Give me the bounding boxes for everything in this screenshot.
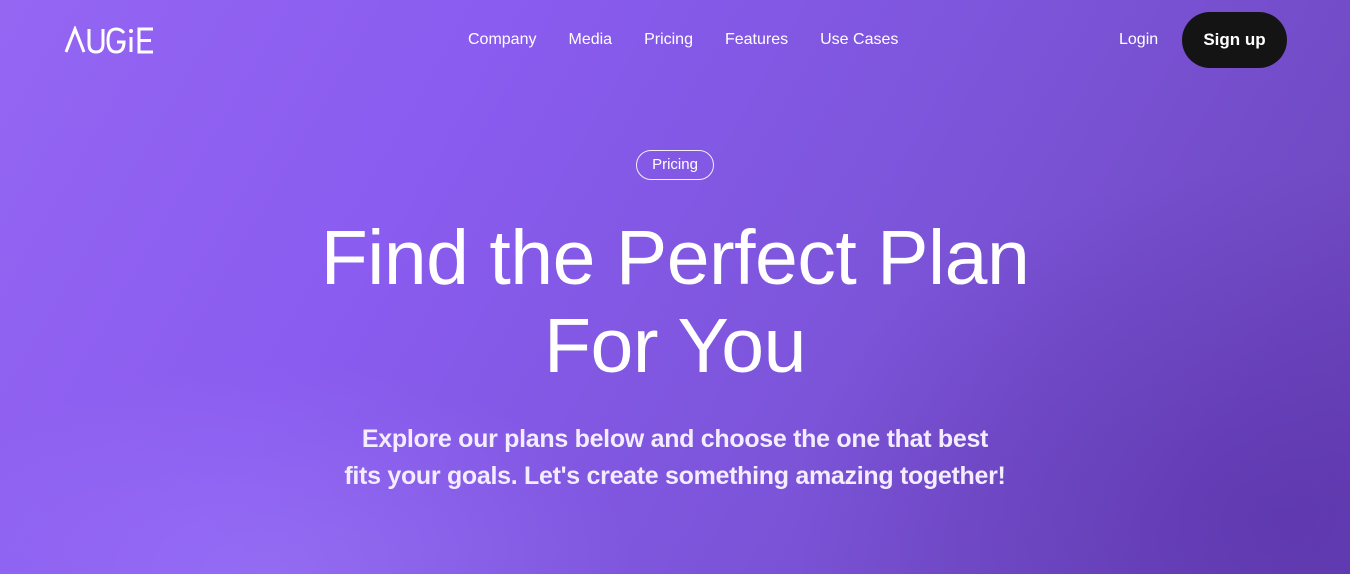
signup-button[interactable]: Sign up [1182, 12, 1287, 68]
nav-link-use-cases[interactable]: Use Cases [804, 28, 914, 52]
headline-line-2: For You [544, 303, 806, 389]
hero-section: Pricing Find the Perfect Plan For You Ex… [0, 150, 1350, 495]
nav-link-features[interactable]: Features [709, 28, 804, 52]
subtitle-line-2: fits your goals. Let's create something … [344, 462, 1006, 490]
nav-link-company[interactable]: Company [452, 28, 552, 52]
nav-link-media[interactable]: Media [552, 28, 628, 52]
augie-logo[interactable]: AUGiE [64, 24, 156, 56]
subtitle-line-1: Explore our plans below and choose the o… [361, 425, 989, 453]
headline-line-1: Find the Perfect Plan [320, 215, 1030, 301]
page-title: Find the Perfect Plan For You [0, 214, 1350, 390]
hero-subtitle: Explore our plans below and choose the o… [0, 421, 1350, 495]
augie-logo-mark [64, 26, 153, 54]
top-navigation: AUGiE Company Media Pricing Features Use… [0, 0, 1350, 80]
nav-link-pricing[interactable]: Pricing [628, 28, 709, 52]
pricing-badge: Pricing [636, 150, 714, 180]
main-menu: Company Media Pricing Features Use Cases [452, 28, 914, 52]
login-link[interactable]: Login [1106, 28, 1171, 52]
